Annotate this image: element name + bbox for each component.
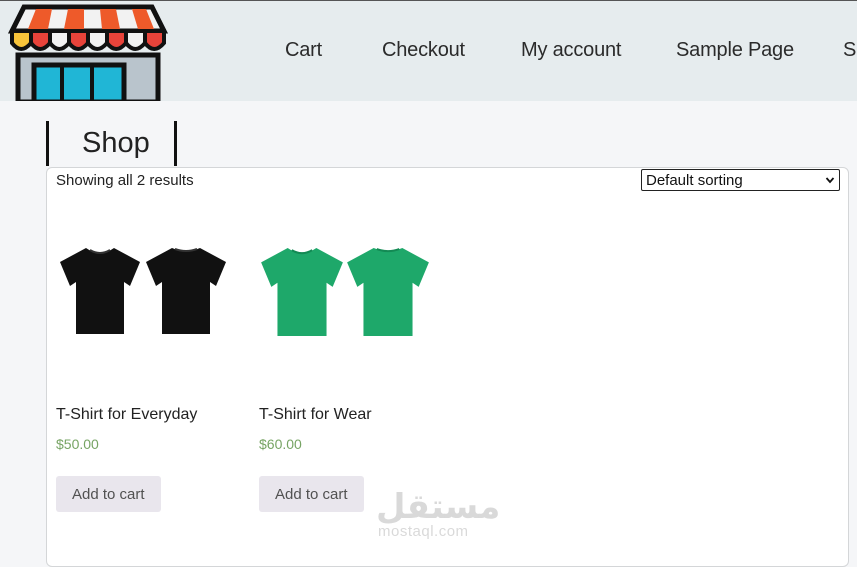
watermark-logo: مستقل mostaql.com xyxy=(376,487,500,545)
product-card: T-Shirt for Everyday $50.00 Add to cart xyxy=(56,236,236,512)
nav-item-my-account[interactable]: My account xyxy=(521,39,621,62)
watermark-arabic: مستقل xyxy=(376,487,501,527)
tshirt-front-icon xyxy=(60,248,140,334)
nav-item-checkout[interactable]: Checkout xyxy=(382,39,465,62)
page-title: Shop xyxy=(82,127,150,159)
sorting-selected-value: Default sorting xyxy=(646,171,743,189)
tshirt-back-icon xyxy=(347,248,429,336)
tshirt-back-icon xyxy=(146,248,226,334)
product-name[interactable]: T-Shirt for Wear xyxy=(259,406,372,424)
nav-item-sample-page[interactable]: Sample Page xyxy=(676,39,794,62)
product-card: T-Shirt for Wear $60.00 Add to cart xyxy=(259,236,439,512)
add-to-cart-button[interactable]: Add to cart xyxy=(259,476,364,512)
product-image[interactable] xyxy=(56,236,236,346)
chevron-down-icon xyxy=(825,177,835,184)
page-title-box: Shop xyxy=(46,121,177,166)
product-price: $50.00 xyxy=(56,436,99,452)
site-header: Cart Checkout My account Sample Page Sh xyxy=(0,0,857,101)
sorting-select[interactable]: Default sorting xyxy=(641,169,840,191)
watermark-latin: mostaql.com xyxy=(378,523,469,540)
add-to-cart-button[interactable]: Add to cart xyxy=(56,476,161,512)
product-image[interactable] xyxy=(259,236,439,346)
nav-item-shop[interactable]: Sh xyxy=(843,39,857,62)
product-price: $60.00 xyxy=(259,436,302,452)
primary-nav: Cart Checkout My account Sample Page Sh xyxy=(0,1,857,101)
product-name[interactable]: T-Shirt for Everyday xyxy=(56,406,197,424)
nav-item-cart[interactable]: Cart xyxy=(285,39,322,62)
tshirt-front-icon xyxy=(261,248,343,336)
result-count: Showing all 2 results xyxy=(56,172,194,189)
